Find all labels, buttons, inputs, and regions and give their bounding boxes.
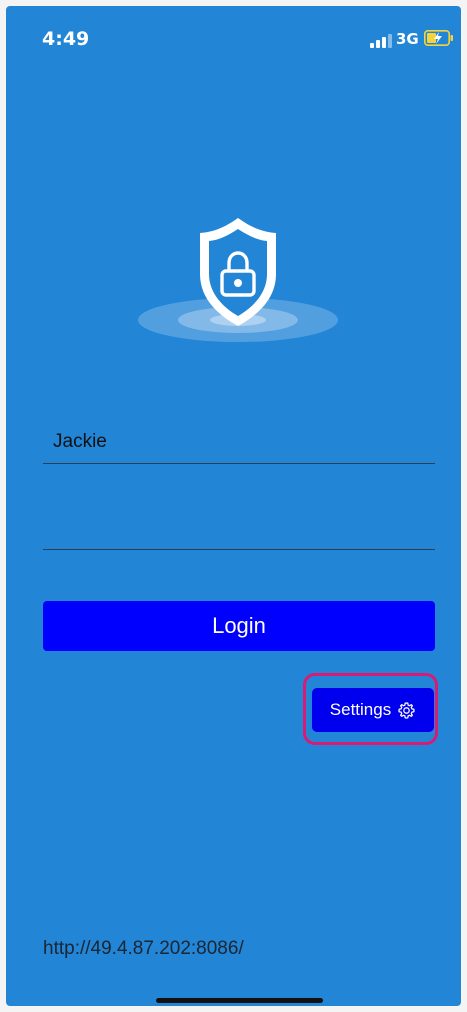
home-indicator[interactable] [156, 998, 323, 1003]
battery-charging-icon [424, 30, 453, 46]
username-input[interactable] [43, 420, 435, 464]
signal-bars-icon [370, 34, 392, 48]
server-url: http://49.4.87.202:8086/ [43, 938, 244, 959]
status-bar: 4:49 3G [6, 6, 461, 66]
network-type: 3G [396, 30, 419, 48]
app-screen: 4:49 3G Login Settings [6, 6, 461, 1006]
settings-button[interactable]: Settings [312, 688, 434, 732]
status-time: 4:49 [42, 28, 90, 50]
password-input[interactable] [43, 506, 435, 550]
settings-label: Settings [329, 700, 392, 719]
shield-lock-icon [138, 218, 338, 342]
gear-icon [398, 701, 415, 719]
login-button[interactable]: Login [43, 601, 435, 651]
